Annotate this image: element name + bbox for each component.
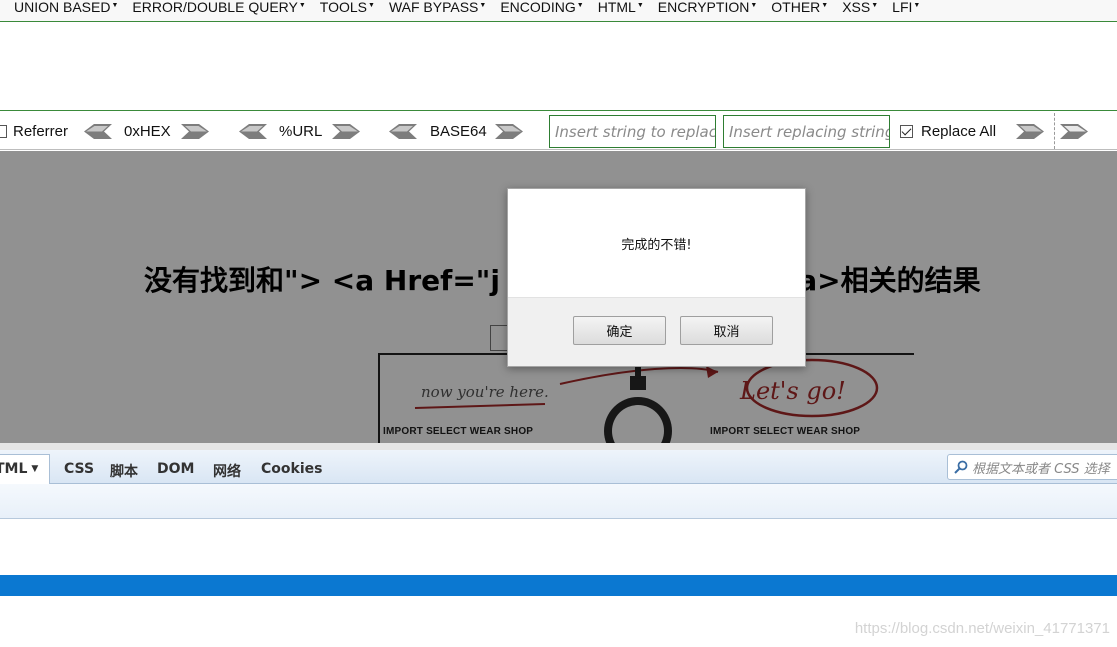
menu-union-based[interactable]: UNION BASED▼	[14, 0, 118, 14]
dropdown-caret-icon: ▼	[871, 2, 879, 9]
referrer-checkbox[interactable]	[0, 124, 7, 138]
dropdown-caret-icon: ▼	[636, 2, 644, 9]
dropdown-caret-icon: ▼	[368, 2, 375, 9]
dropdown-caret-icon: ▼	[298, 2, 306, 9]
browser-window: UNION BASED▼ ERROR/DOUBLE QUERY▼ TOOLS▼ …	[0, 0, 1117, 647]
execute-arrow-icon[interactable]	[1060, 124, 1088, 139]
encode-right-arrow-icon[interactable]	[332, 124, 360, 139]
replace-all-label: Replace All	[921, 122, 997, 140]
url-encode-label: %URL	[279, 122, 323, 140]
encode-right-arrow-icon[interactable]	[495, 124, 523, 139]
dropdown-caret-icon: ▼	[913, 2, 921, 9]
menu-label: TOOLS	[319, 0, 367, 15]
menu-encoding[interactable]: ENCODING▼	[500, 0, 583, 14]
menu-label: WAF BYPASS	[388, 0, 479, 15]
decode-left-arrow-icon[interactable]	[389, 124, 417, 139]
decode-left-arrow-icon[interactable]	[84, 124, 112, 139]
hackbar-menubar: UNION BASED▼ ERROR/DOUBLE QUERY▼ TOOLS▼ …	[0, 0, 1117, 22]
menu-encryption[interactable]: ENCRYPTION▼	[658, 0, 757, 14]
menu-label: HTML	[597, 0, 636, 15]
cancel-button[interactable]: 取消	[680, 316, 773, 345]
devtools-subtoolbar	[0, 484, 1117, 519]
menu-label: ERROR/DOUBLE QUERY	[132, 0, 298, 15]
tab-network[interactable]: 网络	[213, 461, 241, 481]
tab-dom[interactable]: DOM	[157, 461, 194, 477]
dropdown-caret-icon: ▼	[821, 2, 829, 9]
menu-other[interactable]: OTHER▼	[771, 0, 828, 14]
menu-xss[interactable]: XSS▼	[842, 0, 878, 14]
base64-label: BASE64	[430, 122, 487, 140]
alert-footer: 确定 取消	[508, 297, 805, 366]
ok-button[interactable]: 确定	[573, 316, 666, 345]
menu-waf-bypass[interactable]: WAF BYPASS▼	[389, 0, 486, 14]
replace-all-toggle[interactable]: Replace All	[900, 111, 996, 151]
watermark-text: https://blog.csdn.net/weixin_41771371	[854, 620, 1110, 637]
menu-tools[interactable]: TOOLS▼	[320, 0, 375, 14]
tab-cookies[interactable]: Cookies	[261, 461, 322, 477]
tab-script[interactable]: 脚本	[110, 461, 138, 481]
search-placeholder: 根据文本或者 CSS 选择	[972, 461, 1110, 477]
dropdown-caret-icon: ▼	[31, 464, 39, 474]
menu-lfi[interactable]: LFI▼	[892, 0, 920, 14]
taskbar	[0, 575, 1117, 596]
menu-label: OTHER	[771, 0, 821, 15]
replace-string-input[interactable]: Insert string to replace	[549, 115, 716, 148]
menu-label: XSS	[842, 0, 871, 15]
tab-html[interactable]: TML▼	[0, 454, 50, 485]
alert-message: 完成的不错!	[621, 237, 692, 253]
hackbar-url-area[interactable]	[0, 23, 1117, 110]
replacing-string-input[interactable]: Insert replacing string	[723, 115, 890, 148]
replace-go-arrow-icon[interactable]	[1016, 124, 1044, 139]
menu-label: UNION BASED	[14, 0, 111, 15]
tab-css[interactable]: CSS	[64, 461, 94, 477]
dropdown-caret-icon: ▼	[111, 2, 119, 9]
search-icon	[954, 460, 968, 474]
menu-html[interactable]: HTML▼	[598, 0, 644, 14]
devtools-panel	[0, 519, 1117, 575]
dropdown-caret-icon: ▼	[479, 2, 487, 9]
referrer-toggle[interactable]: Referrer	[0, 111, 68, 151]
toolbar-divider	[1054, 113, 1055, 149]
menu-error-double-query[interactable]: ERROR/DOUBLE QUERY▼	[132, 0, 305, 14]
menu-label: ENCRYPTION	[657, 0, 750, 15]
encode-right-arrow-icon[interactable]	[181, 124, 209, 139]
dropdown-caret-icon: ▼	[750, 2, 758, 9]
menu-label: LFI	[892, 0, 913, 15]
tab-label: TML	[0, 461, 28, 477]
alert-dialog: 完成的不错! 确定 取消	[507, 188, 806, 367]
hex-label: 0xHEX	[124, 122, 171, 140]
decode-left-arrow-icon[interactable]	[239, 124, 267, 139]
menu-label: ENCODING	[500, 0, 576, 15]
dropdown-caret-icon: ▼	[576, 2, 584, 9]
referrer-label: Referrer	[13, 122, 69, 140]
replace-all-checkbox[interactable]	[900, 124, 913, 138]
devtools-search-input[interactable]: 根据文本或者 CSS 选择	[947, 454, 1117, 480]
hackbar-toolbar: Referrer 0xHEX %URL BASE64 Insert string…	[0, 110, 1117, 150]
devtools-splitter[interactable]	[0, 443, 1117, 450]
